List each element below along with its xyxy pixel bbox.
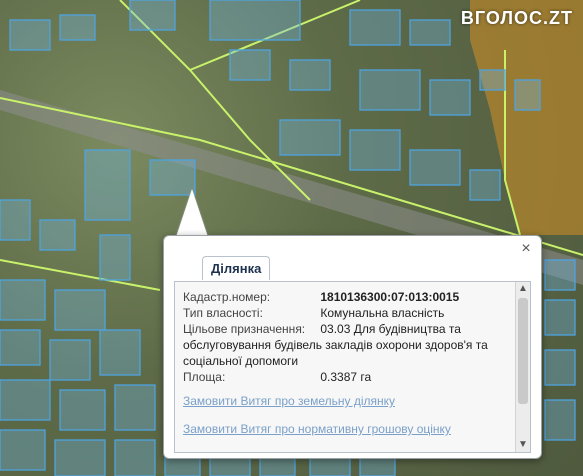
row-ownership: Тип власності: Комунальна власність — [183, 306, 444, 320]
scroll-up-icon[interactable]: ▲ — [518, 284, 528, 294]
ownership-label: Тип власності: — [183, 306, 263, 320]
scroll-down-icon[interactable]: ▼ — [518, 440, 528, 450]
cadastral-value: 1810136300:07:013:0015 — [320, 290, 460, 304]
area-value: 0.3387 га — [320, 370, 372, 384]
scroll-thumb[interactable] — [518, 298, 528, 404]
popup-content: Кадастр.номер: 1810136300:07:013:0015 Ти… — [174, 281, 531, 453]
row-area: Площа: 0.3387 га — [183, 370, 371, 384]
ownership-value: Комунальна власність — [320, 306, 445, 320]
site-watermark: ВГОЛОС.ZT — [460, 8, 573, 28]
cadastral-label: Кадастр.номер: — [183, 290, 271, 304]
close-icon[interactable]: × — [519, 241, 533, 257]
order-land-extract-link[interactable]: Замовити Витяг про земельну ділянку — [183, 394, 395, 408]
tab-parcel[interactable]: Ділянка — [202, 256, 271, 280]
area-label: Площа: — [183, 370, 226, 384]
row-purpose: Цільове призначення: 03.03 Для будівницт… — [183, 322, 461, 336]
popup-scrollbar[interactable]: ▲ ▼ — [515, 282, 530, 452]
purpose-label: Цільове призначення: — [183, 322, 306, 336]
purpose-line-2: обслуговування будівель закладів охорони… — [183, 338, 488, 352]
parcel-popup: × Ділянка Кадастр.номер: 1810136300:07:0… — [163, 235, 542, 459]
popup-pointer — [176, 189, 208, 237]
row-cadastral: Кадастр.номер: 1810136300:07:013:0015 — [183, 290, 459, 304]
order-valuation-extract-link[interactable]: Замовити Витяг про нормативну грошову оц… — [183, 422, 451, 436]
purpose-value: 03.03 Для будівництва та — [320, 322, 461, 336]
purpose-line-3: соціальної допомоги — [183, 354, 299, 368]
